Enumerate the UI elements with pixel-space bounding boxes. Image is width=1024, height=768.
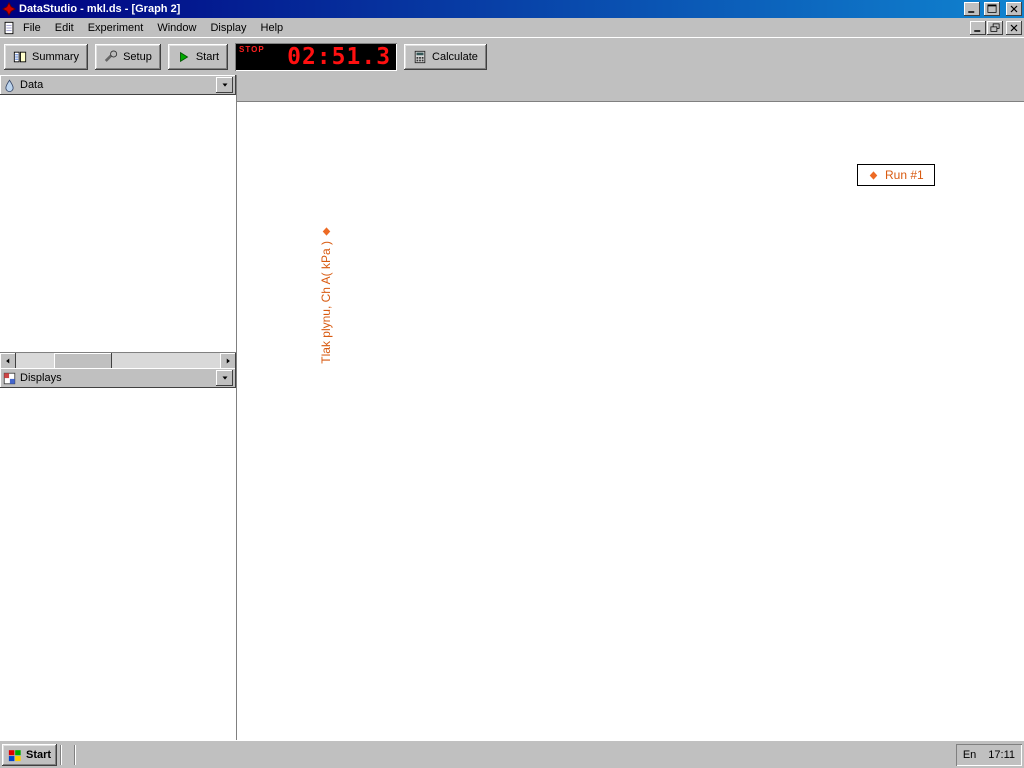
setup-button-label: Setup bbox=[123, 51, 152, 63]
data-panel-menu-button[interactable] bbox=[216, 77, 233, 93]
play-icon bbox=[177, 50, 191, 64]
legend-label: Run #1 bbox=[885, 168, 924, 182]
menu-window[interactable]: Window bbox=[150, 20, 203, 36]
main-toolbar: Summary Setup Start STOP 02:51.3 Calcula… bbox=[0, 37, 1024, 75]
displays-panel-menu-button[interactable] bbox=[216, 370, 233, 386]
menu-help[interactable]: Help bbox=[254, 20, 291, 36]
displays-panel-header: Displays bbox=[0, 368, 236, 388]
mdi-restore-button[interactable] bbox=[987, 21, 1003, 35]
run-marker-diamond-icon bbox=[321, 226, 332, 237]
timer-value: 02:51.3 bbox=[287, 44, 391, 70]
data-icon bbox=[3, 79, 16, 92]
data-panel-header: Data bbox=[0, 75, 236, 95]
taskbar-separator bbox=[60, 745, 62, 765]
maximize-button[interactable] bbox=[984, 2, 1000, 16]
legend-marker-icon bbox=[868, 170, 879, 181]
system-tray: En 17:11 bbox=[956, 744, 1022, 766]
summary-icon bbox=[13, 50, 27, 64]
minimize-button[interactable] bbox=[964, 2, 980, 16]
taskbar: Start En 17:11 bbox=[0, 740, 1024, 768]
experiment-timer: STOP 02:51.3 bbox=[235, 43, 397, 71]
displays-tree bbox=[0, 388, 236, 740]
summary-sidebar: Data Displays bbox=[0, 75, 237, 740]
windows-logo-icon bbox=[8, 748, 22, 762]
displays-icon bbox=[3, 372, 16, 385]
menu-edit[interactable]: Edit bbox=[48, 20, 81, 36]
window-title: DataStudio - mkl.ds - [Graph 2] bbox=[19, 3, 961, 15]
calculator-icon bbox=[413, 50, 427, 64]
keyboard-language-indicator[interactable]: En bbox=[963, 749, 976, 761]
scroll-right-button[interactable] bbox=[220, 353, 236, 369]
menu-items: FileEditExperimentWindowDisplayHelp bbox=[16, 20, 290, 36]
start-button[interactable]: Start bbox=[168, 44, 228, 70]
start-menu-button[interactable]: Start bbox=[2, 744, 57, 766]
scroll-left-button[interactable] bbox=[0, 353, 16, 369]
data-panel-title: Data bbox=[20, 79, 212, 91]
close-button[interactable] bbox=[1006, 2, 1022, 16]
mdi-minimize-button[interactable] bbox=[970, 21, 986, 35]
scrollbar-thumb[interactable] bbox=[54, 353, 112, 369]
menu-display[interactable]: Display bbox=[203, 20, 253, 36]
setup-button[interactable]: Setup bbox=[95, 44, 161, 70]
legend[interactable]: Run #1 bbox=[857, 164, 935, 186]
graph-toolbar bbox=[237, 75, 1024, 101]
displays-panel-title: Displays bbox=[20, 372, 212, 384]
calculate-button-label: Calculate bbox=[432, 51, 478, 63]
y-axis-title: Tlak plynu, Ch A( kPa ) bbox=[319, 226, 333, 364]
menu-bar: FileEditExperimentWindowDisplayHelp bbox=[0, 18, 1024, 37]
mdi-close-button[interactable] bbox=[1006, 21, 1022, 35]
timer-stop-label: STOP bbox=[239, 45, 265, 54]
app-icon bbox=[2, 2, 16, 16]
title-bar: DataStudio - mkl.ds - [Graph 2] bbox=[0, 0, 1024, 18]
plot-canvas[interactable] bbox=[237, 102, 1024, 741]
data-tree bbox=[0, 95, 236, 352]
start-button-label: Start bbox=[196, 51, 219, 63]
menu-experiment[interactable]: Experiment bbox=[81, 20, 151, 36]
summary-button[interactable]: Summary bbox=[4, 44, 88, 70]
calculate-button[interactable]: Calculate bbox=[404, 44, 487, 70]
y-axis-title-text: Tlak plynu, Ch A( kPa ) bbox=[319, 241, 333, 364]
graph-display[interactable]: Tlak plynu, Ch A( kPa ) Run #1 bbox=[237, 101, 1024, 740]
menu-file[interactable]: File bbox=[16, 20, 48, 36]
taskbar-clock: 17:11 bbox=[984, 749, 1015, 761]
start-menu-label: Start bbox=[26, 749, 51, 761]
taskbar-separator bbox=[74, 745, 76, 765]
data-tree-horizontal-scrollbar[interactable] bbox=[0, 352, 236, 368]
setup-icon bbox=[104, 50, 118, 64]
summary-button-label: Summary bbox=[32, 51, 79, 63]
mdi-child-icon bbox=[2, 21, 16, 35]
